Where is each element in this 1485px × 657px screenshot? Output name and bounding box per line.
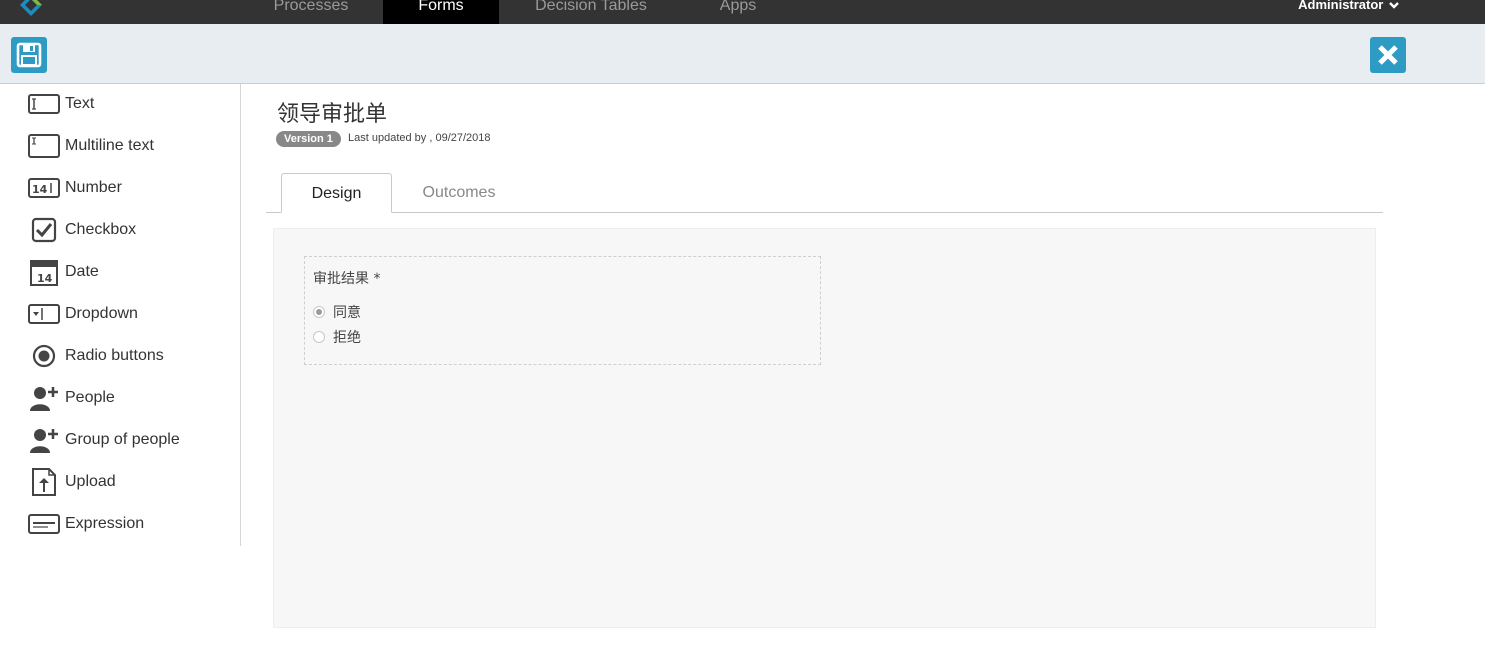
radio-field-block[interactable]: 审批结果 * 同意 拒绝 xyxy=(304,256,821,365)
palette-item-date[interactable]: 14 Date xyxy=(28,257,99,287)
user-name: Administrator xyxy=(1298,0,1384,12)
radio-button-checked[interactable] xyxy=(313,306,325,318)
tab-design[interactable]: Design xyxy=(281,173,392,213)
multiline-text-icon xyxy=(28,134,60,158)
top-navbar: Processes Forms Decision Tables Apps Adm… xyxy=(0,0,1485,30)
checkbox-icon xyxy=(31,217,57,243)
field-palette: Text Multiline text 14 Number Checkbox 1… xyxy=(0,84,241,546)
palette-item-label: Date xyxy=(65,263,99,280)
form-title: 领导审批单 xyxy=(277,102,388,127)
radio-option-reject[interactable]: 拒绝 xyxy=(313,327,361,347)
dropdown-icon xyxy=(28,304,60,324)
svg-text:14: 14 xyxy=(37,272,53,285)
nav-tab-processes[interactable]: Processes xyxy=(256,0,366,24)
radio-icon xyxy=(32,344,56,368)
field-label: 审批结果 * xyxy=(313,271,381,287)
calendar-icon: 14 xyxy=(30,260,58,286)
chevron-down-icon xyxy=(1389,2,1399,9)
floppy-disk-icon xyxy=(16,42,42,68)
radio-button-unchecked[interactable] xyxy=(313,331,325,343)
expression-icon xyxy=(28,514,60,534)
palette-item-label: Group of people xyxy=(65,431,180,448)
nav-tab-forms-label: Forms xyxy=(418,0,464,14)
nav-tab-apps[interactable]: Apps xyxy=(702,0,774,24)
upload-icon xyxy=(32,468,56,496)
text-field-icon xyxy=(28,94,60,114)
palette-item-expression[interactable]: Expression xyxy=(28,509,144,539)
svg-text:14: 14 xyxy=(32,183,48,196)
number-icon: 14 xyxy=(28,178,60,198)
close-button[interactable] xyxy=(1370,37,1406,73)
palette-item-label: Text xyxy=(65,95,95,112)
tab-outcomes[interactable]: Outcomes xyxy=(400,173,518,213)
editor-toolbar xyxy=(0,24,1485,84)
close-x-icon xyxy=(1378,45,1398,65)
palette-item-group-of-people[interactable]: Group of people xyxy=(28,425,180,455)
nav-tab-decision-tables[interactable]: Decision Tables xyxy=(516,0,666,24)
last-updated-text: Last updated by , 09/27/2018 xyxy=(348,132,491,144)
palette-item-label: Number xyxy=(65,179,122,196)
palette-item-text[interactable]: Text xyxy=(28,89,94,119)
palette-item-label: Dropdown xyxy=(65,305,138,322)
version-badge: Version 1 xyxy=(276,131,341,147)
form-design-canvas[interactable]: 审批结果 * 同意 拒绝 xyxy=(273,228,1376,628)
palette-item-label: People xyxy=(65,389,115,406)
user-menu[interactable]: Administrator xyxy=(1298,0,1399,12)
palette-item-dropdown[interactable]: Dropdown xyxy=(28,299,138,329)
palette-item-number[interactable]: 14 Number xyxy=(28,173,122,203)
palette-item-label: Expression xyxy=(65,515,145,532)
radio-option-agree[interactable]: 同意 xyxy=(313,302,361,322)
palette-item-radio-buttons[interactable]: Radio buttons xyxy=(28,341,164,371)
palette-item-label: Upload xyxy=(65,473,116,490)
radio-option-label: 拒绝 xyxy=(333,330,361,346)
palette-item-people[interactable]: People xyxy=(28,383,115,413)
palette-item-label: Checkbox xyxy=(65,221,137,238)
person-add-icon xyxy=(30,387,58,411)
palette-item-label: Radio buttons xyxy=(65,347,164,364)
palette-item-label: Multiline text xyxy=(65,137,154,154)
nav-tab-forms[interactable]: Forms xyxy=(383,0,499,30)
save-button[interactable] xyxy=(11,37,47,73)
palette-item-multiline-text[interactable]: Multiline text xyxy=(28,131,154,161)
app-logo-icon[interactable] xyxy=(18,0,44,18)
palette-item-checkbox[interactable]: Checkbox xyxy=(28,215,136,245)
palette-item-upload[interactable]: Upload xyxy=(28,467,116,497)
radio-option-label: 同意 xyxy=(333,305,361,321)
group-add-icon xyxy=(30,429,58,453)
